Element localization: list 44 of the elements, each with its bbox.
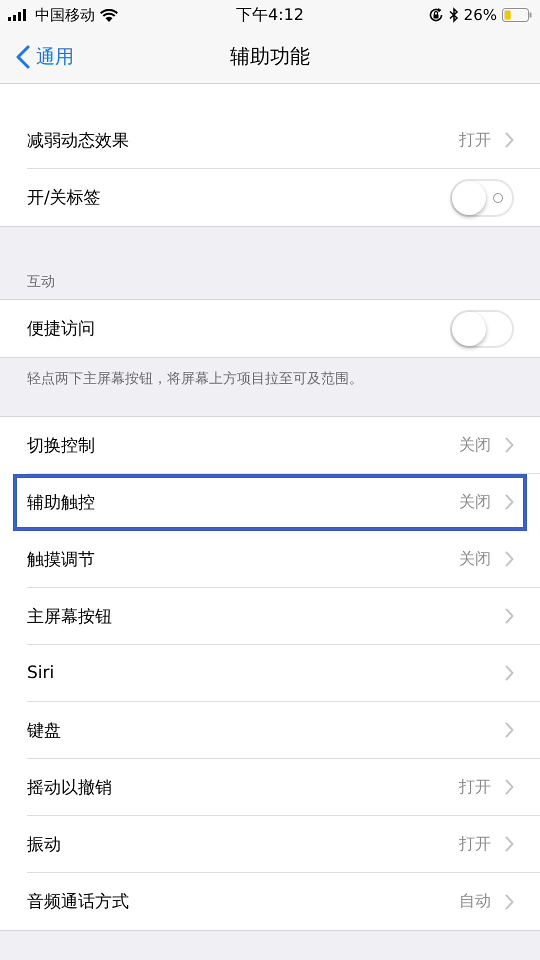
- battery-percentage: 26%: [464, 6, 497, 24]
- row-label: 摇动以撤销: [27, 776, 112, 798]
- section-footer: 轻点两下主屏幕按钮，将屏幕上方项目拉至可及范围。: [27, 371, 363, 387]
- toggle-switch[interactable]: [450, 178, 514, 216]
- section-header: 互动: [27, 273, 55, 291]
- bluetooth-icon: [448, 7, 459, 23]
- carrier-name: 中国移动: [35, 6, 95, 24]
- row-value: 自动: [459, 891, 491, 912]
- chevron-right-icon: [505, 608, 514, 624]
- back-button[interactable]: 通用: [0, 44, 74, 70]
- battery-icon: [502, 8, 532, 22]
- status-time: 下午4:12: [236, 4, 304, 26]
- row-value: 打开: [459, 130, 491, 150]
- chevron-right-icon: [505, 437, 514, 453]
- settings-row[interactable]: 辅助触控 关闭: [13, 474, 527, 531]
- chevron-right-icon: [505, 551, 514, 567]
- row-label: 触摸调节: [27, 548, 95, 570]
- row-label: Siri: [27, 663, 54, 683]
- toggle-switch[interactable]: [450, 310, 514, 348]
- chevron-right-icon: [505, 722, 514, 738]
- row-value: 打开: [459, 776, 491, 798]
- row-label: 辅助触控: [27, 492, 95, 514]
- row-value: 关闭: [459, 492, 491, 512]
- chevron-right-icon: [505, 836, 514, 852]
- row-label: 振动: [27, 834, 61, 856]
- row-label: 便捷访问: [27, 318, 95, 340]
- page-title: 辅助功能: [230, 43, 310, 70]
- row-label: 切换控制: [27, 434, 95, 456]
- chevron-right-icon: [505, 665, 514, 681]
- row-label: 开/关标签: [27, 187, 101, 209]
- row-label: 减弱动态效果: [27, 130, 129, 152]
- row-value: 打开: [459, 834, 491, 854]
- row-label: 键盘: [27, 720, 61, 742]
- chevron-right-icon: [505, 494, 514, 510]
- row-value: 关闭: [459, 548, 491, 570]
- chevron-left-icon: [16, 44, 30, 68]
- row-value: 关闭: [459, 434, 491, 456]
- row-label: 音频通话方式: [27, 891, 129, 913]
- wifi-icon: [100, 8, 118, 22]
- rotation-lock-icon: [428, 7, 444, 23]
- chevron-right-icon: [505, 132, 514, 148]
- row-label: 主屏幕按钮: [27, 606, 112, 628]
- chevron-right-icon: [505, 779, 514, 795]
- chevron-right-icon: [505, 894, 514, 910]
